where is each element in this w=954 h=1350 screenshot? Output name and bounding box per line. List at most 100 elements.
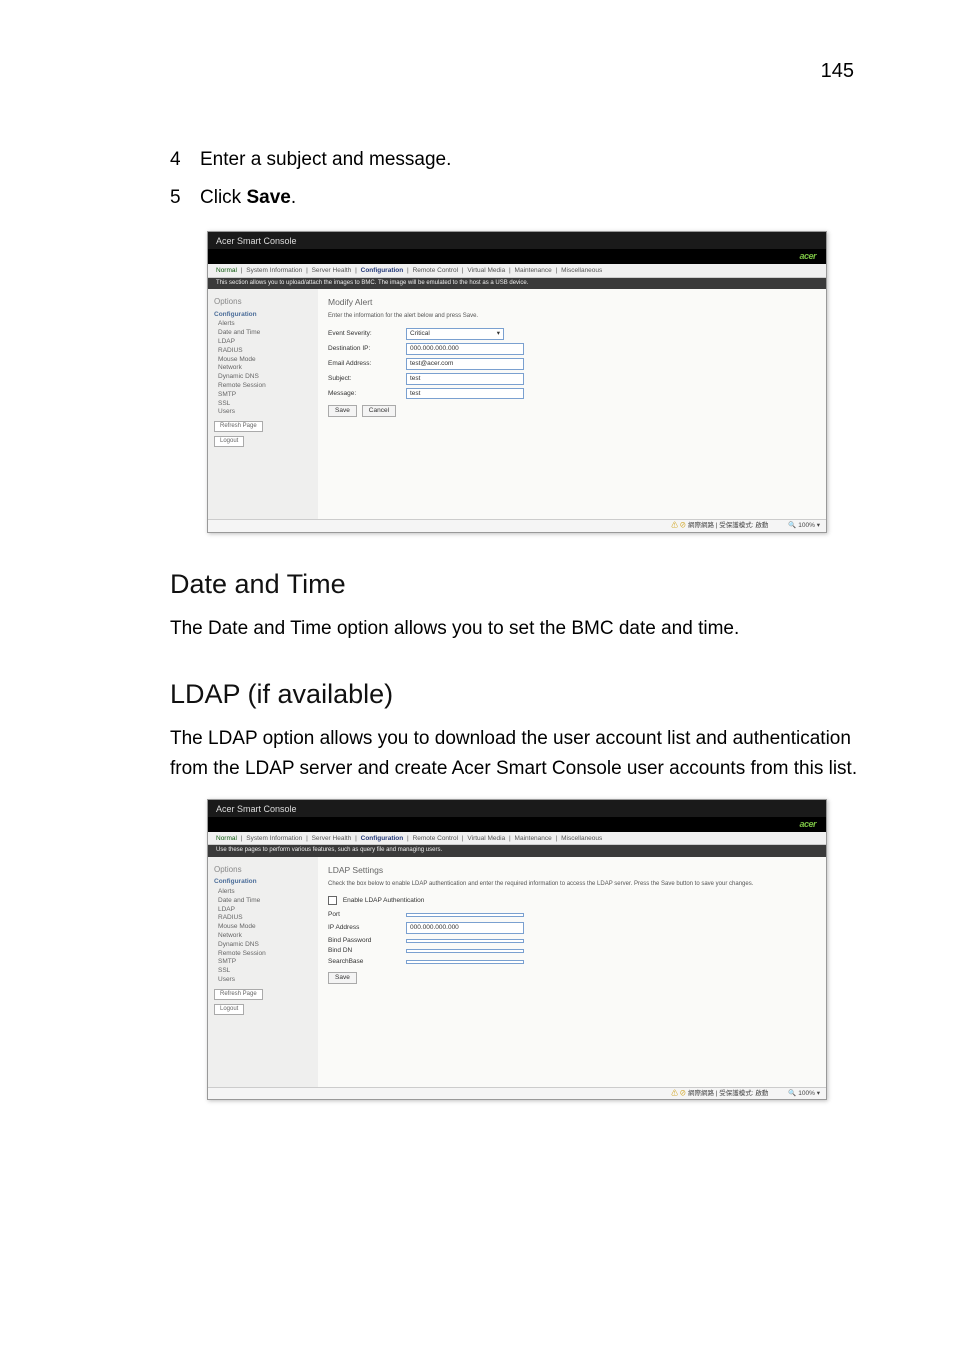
- port-input[interactable]: [406, 913, 524, 917]
- sidebar-item-date-and-time[interactable]: Date and Time: [214, 329, 312, 337]
- screenshot-ldap-settings: Acer Smart Console acer Normal | System …: [207, 799, 827, 1100]
- tab-miscellaneous[interactable]: Miscellaneous: [561, 835, 602, 842]
- panel-desc: Enter the information for the alert belo…: [328, 313, 816, 320]
- destination-ip-input[interactable]: 000.000.000.000: [406, 343, 524, 355]
- tab-virtual-media[interactable]: Virtual Media: [467, 267, 505, 274]
- port-label: Port: [328, 911, 406, 919]
- sidebar: Options Configuration Alerts Date and Ti…: [208, 857, 318, 1087]
- tab-server-health[interactable]: Server Health: [312, 835, 352, 842]
- sidebar-item-users[interactable]: Users: [214, 976, 312, 984]
- sidebar-item-users[interactable]: Users: [214, 408, 312, 416]
- sidebar-item-mouse-mode[interactable]: Mouse Mode: [214, 923, 312, 931]
- sidebar-item-smtp[interactable]: SMTP: [214, 391, 312, 399]
- save-button[interactable]: Save: [328, 972, 357, 984]
- tab-remote-control[interactable]: Remote Control: [413, 835, 459, 842]
- sidebar-item-network[interactable]: Network: [214, 932, 312, 940]
- sidebar-item-alerts[interactable]: Alerts: [214, 888, 312, 896]
- sidebar-item-dynamic-dns[interactable]: Dynamic DNS: [214, 373, 312, 381]
- sidebar-item-ldap[interactable]: LDAP: [214, 906, 312, 914]
- tab-remote-control[interactable]: Remote Control: [413, 267, 459, 274]
- email-address-label: Email Address:: [328, 360, 406, 368]
- sidebar-item-alerts[interactable]: Alerts: [214, 320, 312, 328]
- section-title-ldap: LDAP (if available): [170, 679, 864, 710]
- bind-password-input[interactable]: [406, 939, 524, 943]
- field-searchbase: SearchBase: [328, 958, 816, 966]
- searchbase-input[interactable]: [406, 960, 524, 964]
- subject-label: Subject:: [328, 375, 406, 383]
- sidebar-head-configuration[interactable]: Configuration: [214, 311, 312, 319]
- logout-button[interactable]: Logout: [214, 436, 244, 447]
- message-input[interactable]: test: [406, 388, 524, 400]
- sidebar-item-ldap[interactable]: LDAP: [214, 338, 312, 346]
- page-number: 145: [170, 60, 864, 83]
- panel-title: Modify Alert: [328, 297, 816, 307]
- app-title-bar: Acer Smart Console: [208, 800, 826, 817]
- sidebar-head-configuration[interactable]: Configuration: [214, 878, 312, 886]
- sidebar-item-dynamic-dns[interactable]: Dynamic DNS: [214, 941, 312, 949]
- tab-configuration[interactable]: Configuration: [361, 267, 404, 274]
- tab-server-health[interactable]: Server Health: [312, 267, 352, 274]
- chevron-down-icon: ▾: [497, 330, 500, 338]
- tab-maintenance[interactable]: Maintenance: [515, 835, 552, 842]
- field-bind-dn: Bind DN: [328, 947, 816, 955]
- searchbase-label: SearchBase: [328, 958, 406, 966]
- main-panel: LDAP Settings Check the box below to ena…: [318, 857, 826, 1087]
- logout-button[interactable]: Logout: [214, 1004, 244, 1015]
- email-address-input[interactable]: test@acer.com: [406, 358, 524, 370]
- field-message: Message: test: [328, 388, 816, 400]
- field-port: Port: [328, 911, 816, 919]
- section-body-date-time: The Date and Time option allows you to s…: [170, 614, 864, 643]
- step-4-num: 4: [170, 143, 200, 177]
- sidebar-item-date-and-time[interactable]: Date and Time: [214, 897, 312, 905]
- bind-dn-input[interactable]: [406, 949, 524, 953]
- tab-virtual-media[interactable]: Virtual Media: [467, 835, 505, 842]
- event-severity-select[interactable]: Critical ▾: [406, 328, 504, 340]
- tab-maintenance[interactable]: Maintenance: [515, 267, 552, 274]
- message-label: Message:: [328, 390, 406, 398]
- bind-password-label: Bind Password: [328, 937, 406, 945]
- tab-normal[interactable]: Normal: [216, 835, 237, 842]
- destination-ip-label: Destination IP:: [328, 345, 406, 353]
- enable-ldap-checkbox[interactable]: [328, 896, 337, 905]
- search-icon: 🔍: [788, 522, 796, 529]
- sidebar-item-mouse-mode[interactable]: Mouse Mode: [214, 356, 312, 364]
- save-button[interactable]: Save: [328, 405, 357, 417]
- subject-input[interactable]: test: [406, 373, 524, 385]
- panel-desc: Check the box below to enable LDAP authe…: [328, 881, 816, 888]
- top-tabs: Normal | System Information | Server Hea…: [208, 264, 826, 278]
- zoom-level[interactable]: 🔍 100% ▾: [788, 522, 820, 530]
- zoom-level[interactable]: 🔍 100% ▾: [788, 1090, 820, 1098]
- sidebar-item-ssl[interactable]: SSL: [214, 400, 312, 408]
- status-bar: 網際網路 | 受保護模式: 啟動 🔍 100% ▾: [208, 1087, 826, 1100]
- sidebar-item-radius[interactable]: RADIUS: [214, 347, 312, 355]
- event-severity-label: Event Severity:: [328, 330, 406, 338]
- field-email-address: Email Address: test@acer.com: [328, 358, 816, 370]
- field-bind-password: Bind Password: [328, 937, 816, 945]
- status-text: 網際網路 | 受保護模式: 啟動: [671, 1090, 768, 1098]
- cancel-button[interactable]: Cancel: [362, 405, 396, 417]
- logo-row: acer: [208, 817, 826, 832]
- bind-dn-label: Bind DN: [328, 947, 406, 955]
- sidebar-title: Options: [214, 865, 312, 875]
- sidebar-item-remote-session[interactable]: Remote Session: [214, 950, 312, 958]
- screenshot-modify-alert: Acer Smart Console acer Normal | System …: [207, 231, 827, 532]
- tab-miscellaneous[interactable]: Miscellaneous: [561, 267, 602, 274]
- sidebar-item-smtp[interactable]: SMTP: [214, 958, 312, 966]
- step-5-pre: Click: [200, 187, 246, 208]
- ip-address-input[interactable]: 000.000.000.000: [406, 922, 524, 934]
- tab-normal[interactable]: Normal: [216, 267, 237, 274]
- logo-row: acer: [208, 249, 826, 264]
- tab-system-information[interactable]: System Information: [246, 835, 302, 842]
- sidebar-item-ssl[interactable]: SSL: [214, 967, 312, 975]
- sidebar-item-radius[interactable]: RADIUS: [214, 914, 312, 922]
- tab-configuration[interactable]: Configuration: [361, 835, 404, 842]
- sidebar-item-remote-session[interactable]: Remote Session: [214, 382, 312, 390]
- tab-system-information[interactable]: System Information: [246, 267, 302, 274]
- step-5-num: 5: [170, 181, 200, 215]
- refresh-page-button[interactable]: Refresh Page: [214, 989, 263, 1000]
- sidebar: Options Configuration Alerts Date and Ti…: [208, 289, 318, 519]
- refresh-page-button[interactable]: Refresh Page: [214, 421, 263, 432]
- panel-title: LDAP Settings: [328, 865, 816, 875]
- sub-banner: Use these pages to perform various featu…: [208, 845, 826, 856]
- sidebar-item-network[interactable]: Network: [214, 364, 312, 372]
